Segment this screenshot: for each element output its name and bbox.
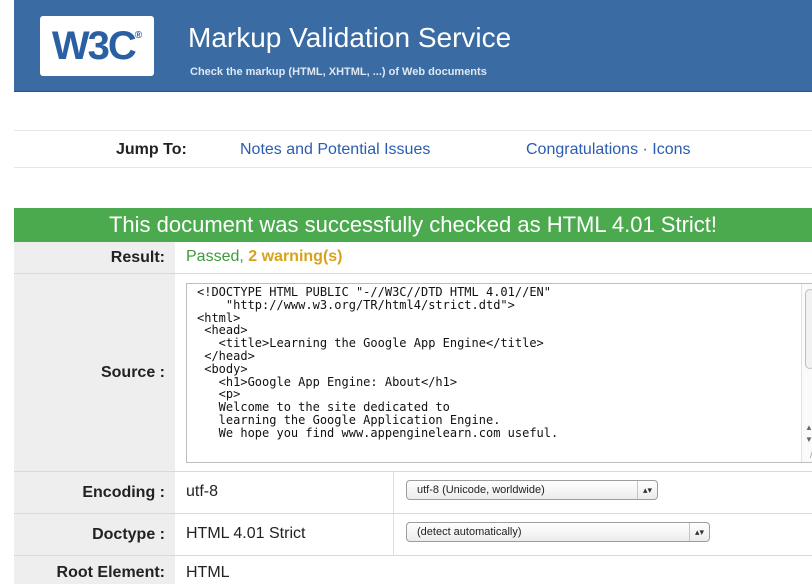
encoding-select[interactable]: utf-8 (Unicode, worldwide) ▴▾: [406, 480, 658, 500]
select-arrows-icon: ▴▾: [637, 481, 657, 499]
w3c-logo[interactable]: W3C®: [40, 16, 154, 76]
logo-text: W3C®: [51, 23, 143, 68]
root-element-label: Root Element:: [14, 556, 175, 584]
doctype-label: Doctype :: [14, 514, 175, 555]
encoding-label: Encoding :: [14, 472, 175, 513]
doctype-row: Doctype : HTML 4.01 Strict (detect autom…: [14, 514, 812, 556]
select-arrows-icon: ▴▾: [689, 523, 709, 541]
success-banner: This document was successfully checked a…: [14, 208, 812, 242]
cell-divider: [393, 514, 394, 555]
doctype-value: HTML 4.01 Strict: [186, 525, 306, 542]
result-status: Passed, 2 warning(s): [186, 248, 343, 265]
cell-divider: [393, 472, 394, 513]
congratulations-link[interactable]: Congratulations · Icons: [526, 141, 691, 159]
root-element-row: Root Element: HTML: [14, 556, 812, 584]
root-element-value: HTML: [186, 564, 230, 581]
jump-to-label: Jump To:: [116, 141, 187, 158]
source-row: Source : <!DOCTYPE HTML PUBLIC "-//W3C//…: [14, 274, 812, 472]
scroll-down-icon[interactable]: ▼: [805, 435, 812, 444]
warnings-link[interactable]: 2 warning(s): [248, 248, 342, 265]
page-title[interactable]: Markup Validation Service: [188, 22, 511, 54]
encoding-row: Encoding : utf-8 utf-8 (Unicode, worldwi…: [14, 472, 812, 514]
scroll-up-icon[interactable]: ▲: [805, 423, 812, 432]
encoding-value: utf-8: [186, 483, 219, 500]
source-code[interactable]: <!DOCTYPE HTML PUBLIC "-//W3C//DTD HTML …: [197, 286, 799, 440]
jump-bar: Jump To: Notes and Potential Issues Cong…: [14, 130, 812, 168]
result-label: Result:: [14, 242, 175, 273]
scroll-thumb[interactable]: [805, 289, 812, 369]
page-subtitle: Check the markup (HTML, XHTML, ...) of W…: [190, 66, 487, 78]
source-label: Source :: [14, 274, 175, 471]
source-textarea[interactable]: <!DOCTYPE HTML PUBLIC "-//W3C//DTD HTML …: [186, 283, 812, 463]
doctype-select-value: (detect automatically): [417, 526, 522, 538]
result-row: Result: Passed, 2 warning(s): [14, 242, 812, 274]
header-banner: W3C® Markup Validation Service Check the…: [14, 0, 812, 92]
notes-link[interactable]: Notes and Potential Issues: [240, 141, 430, 159]
encoding-select-value: utf-8 (Unicode, worldwide): [417, 484, 545, 496]
source-scrollbar[interactable]: ▲ ▼: [801, 284, 812, 462]
doctype-select[interactable]: (detect automatically) ▴▾: [406, 522, 710, 542]
